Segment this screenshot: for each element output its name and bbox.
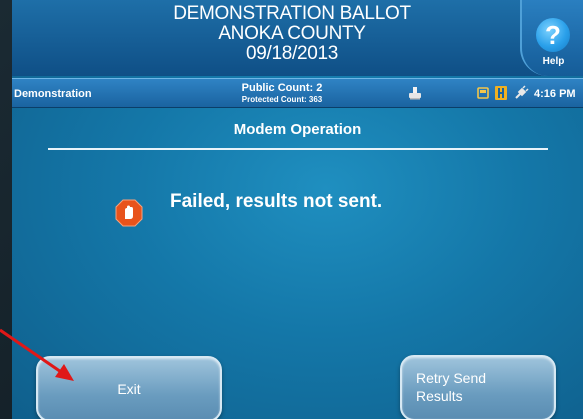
printer-icon — [409, 87, 421, 100]
help-icon: ? — [536, 18, 570, 52]
ballot-title: DEMONSTRATION BALLOT ANOKA COUNTY 09/18/… — [142, 4, 442, 64]
page-title: Modem Operation — [233, 121, 362, 138]
ballot-counts: Public Count: 2 Protected Count: 363 — [212, 82, 352, 105]
ballot-date: 09/18/2013 — [245, 43, 339, 64]
retry-send-results-button[interactable]: Retry Send Results — [400, 355, 556, 419]
ballot-title-line2: ANOKA COUNTY — [218, 23, 366, 44]
exit-button-label: Exit — [117, 381, 141, 397]
voting-terminal-screen: DEMONSTRATION BALLOT ANOKA COUNTY 09/18/… — [12, 0, 583, 419]
disk-icon — [495, 86, 507, 100]
help-button[interactable]: ? Help — [520, 0, 583, 76]
ballot-title-line1: DEMONSTRATION BALLOT — [173, 3, 411, 24]
status-bar: Demonstration Public Count: 2 Protected … — [12, 78, 583, 108]
mode-label: Demonstration — [14, 88, 92, 100]
protected-count: Protected Count: 363 — [241, 95, 323, 104]
retry-button-label-line2: Results — [416, 388, 463, 404]
exit-button[interactable]: Exit — [36, 356, 222, 419]
public-count: Public Count: 2 — [241, 82, 323, 94]
retry-button-label-line1: Retry Send — [416, 370, 487, 386]
divider — [48, 148, 548, 150]
help-label: Help — [542, 56, 565, 67]
memory-card-icon — [477, 87, 489, 99]
error-message: Failed, results not sent. — [170, 191, 383, 212]
clock: 4:16 PM — [534, 88, 576, 100]
stop-hand-icon — [115, 199, 143, 227]
header: DEMONSTRATION BALLOT ANOKA COUNTY 09/18/… — [12, 0, 583, 76]
power-plug-icon — [515, 85, 529, 99]
